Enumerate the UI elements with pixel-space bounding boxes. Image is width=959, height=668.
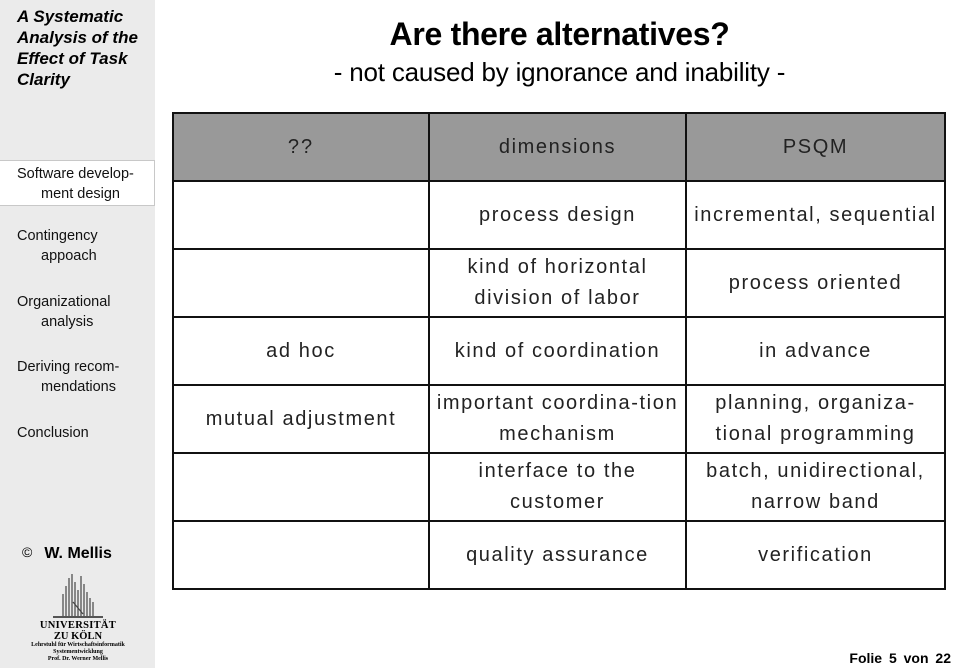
table-row: interface to the customer batch, unidire… bbox=[172, 452, 946, 522]
table-row: kind of horizontal division of labor pro… bbox=[172, 248, 946, 318]
table-cell: process oriented bbox=[685, 248, 946, 318]
sidebar-item-label: Deriving recom- bbox=[17, 359, 120, 375]
table-cell bbox=[172, 248, 430, 318]
table-cell: batch, unidirectional, narrow band bbox=[685, 452, 946, 522]
table-cell: kind of coordination bbox=[428, 316, 687, 386]
table-cell bbox=[172, 520, 430, 590]
sidebar: A Systematic Analysis of the Effect of T… bbox=[0, 0, 155, 668]
sidebar-item-label: ment design bbox=[41, 186, 120, 202]
logo-text: Systementwicklung bbox=[53, 649, 103, 655]
table-cell: ad hoc bbox=[172, 316, 430, 386]
logo-text: UNIVERSITÄT bbox=[39, 620, 117, 631]
table-cell bbox=[172, 180, 430, 250]
sidebar-item-conclusion[interactable]: Conclusion bbox=[0, 423, 155, 443]
table-cell: kind of horizontal division of labor bbox=[428, 248, 687, 318]
table-row: mutual adjustment important coordina-tio… bbox=[172, 384, 946, 454]
table-cell: quality assurance bbox=[428, 520, 687, 590]
deck-title: A Systematic Analysis of the Effect of T… bbox=[17, 7, 138, 89]
sidebar-item-deriving-recommendations[interactable]: Deriving recom- mendations bbox=[0, 357, 155, 397]
table-cell: process design bbox=[428, 180, 687, 250]
table-cell: important coordina-tion mechanism bbox=[428, 384, 687, 454]
comparison-table: ?? dimensions PSQM process design increm… bbox=[172, 112, 946, 590]
table-row: quality assurance verification bbox=[172, 520, 946, 590]
slide-subtitle: - not caused by ignorance and inability … bbox=[333, 57, 786, 87]
table-cell: in advance bbox=[685, 316, 946, 386]
logo-text: ZU KÖLN bbox=[53, 631, 103, 642]
logo-text: Lehrstuhl für Wirtschaftsinformatik bbox=[31, 642, 125, 648]
author-credit: © W. Mellis bbox=[22, 544, 112, 563]
university-logo: UNIVERSITÄT ZU KÖLN Lehrstuhl für Wirtsc… bbox=[22, 572, 134, 663]
sidebar-item-label: Contingency bbox=[17, 228, 98, 244]
page-indicator: Folie 5 von 22 bbox=[849, 650, 951, 666]
slide-title: Are there alternatives? bbox=[389, 16, 730, 52]
logo-text: Prof. Dr. Werner Mellis bbox=[47, 656, 109, 662]
sidebar-item-organizational-analysis[interactable]: Organizational analysis bbox=[0, 292, 155, 332]
table-cell: mutual adjustment bbox=[172, 384, 430, 454]
copyright-icon: © bbox=[22, 544, 33, 560]
table-cell: verification bbox=[685, 520, 946, 590]
table-row: ad hoc kind of coordination in advance bbox=[172, 316, 946, 386]
author-name: W. Mellis bbox=[44, 545, 112, 562]
sidebar-item-label: Software develop- bbox=[17, 166, 134, 182]
table-cell bbox=[172, 452, 430, 522]
table-header: ?? bbox=[172, 112, 430, 182]
sidebar-item-contingency-approach[interactable]: Contingency appoach bbox=[0, 226, 155, 266]
sidebar-item-label: Organizational bbox=[17, 294, 111, 310]
sidebar-item-label: analysis bbox=[41, 314, 94, 330]
table-cell: planning, organiza-tional programming bbox=[685, 384, 946, 454]
table-cell: incremental, sequential bbox=[685, 180, 946, 250]
university-emblem-icon bbox=[53, 574, 103, 618]
sidebar-item-label: Conclusion bbox=[17, 425, 89, 441]
sidebar-item-software-development-design[interactable]: Software develop- ment design bbox=[0, 160, 155, 206]
table-header: dimensions bbox=[428, 112, 687, 182]
sidebar-item-label: mendations bbox=[41, 379, 116, 395]
table-cell: interface to the customer bbox=[428, 452, 687, 522]
table-header: PSQM bbox=[685, 112, 946, 182]
table-header-row: ?? dimensions PSQM bbox=[172, 112, 946, 182]
table-row: process design incremental, sequential bbox=[172, 180, 946, 250]
sidebar-item-label: appoach bbox=[41, 248, 97, 264]
